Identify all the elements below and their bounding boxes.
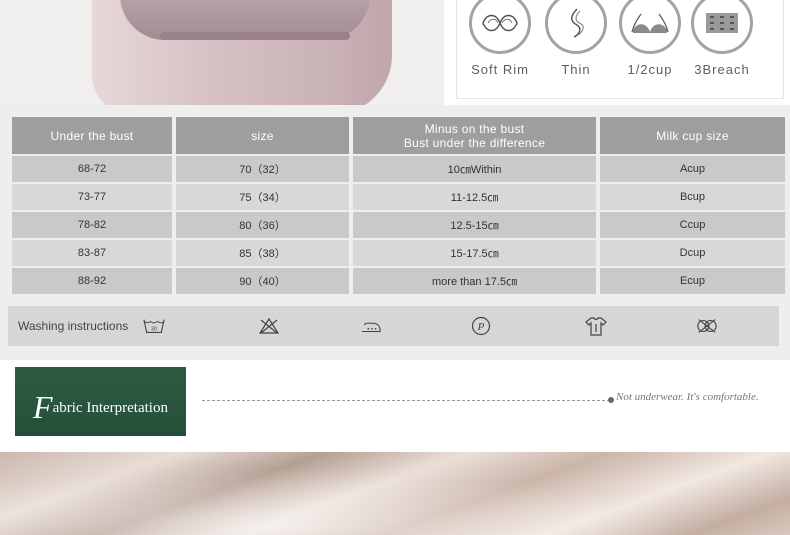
- fabric-title: Fabric Interpretation: [15, 389, 186, 426]
- divider-dot: [608, 397, 614, 403]
- header-line-1: Minus on the bust: [424, 121, 525, 136]
- cell-difference: more than 17.5㎝: [353, 268, 596, 294]
- feature-soft-rim: Soft Rim: [465, 0, 535, 77]
- product-photo: [0, 0, 444, 105]
- washing-instructions: Washing instructions 30 P: [8, 306, 779, 346]
- header-bust-difference: Minus on the bust Bust under the differe…: [353, 117, 596, 154]
- hang-dry-icon: [585, 315, 607, 337]
- table-row: 78-82 80（36） 12.5-15㎝ Ccup: [12, 212, 785, 238]
- feature-label: Soft Rim: [471, 62, 529, 77]
- feature-label: 1/2cup: [627, 62, 673, 77]
- header-under-bust: Under the bust: [12, 117, 172, 154]
- fabric-slogan: Not underwear. It's comfortable.: [616, 391, 759, 403]
- fabric-title-rest: abric Interpretation: [52, 400, 168, 416]
- soft-rim-icon: [469, 0, 531, 54]
- cell-under-bust: 78-82: [12, 212, 172, 238]
- cell-cup: Dcup: [600, 240, 785, 266]
- fabric-title-initial: F: [33, 389, 53, 425]
- hook-eye-icon: [691, 0, 753, 54]
- cell-difference: 15-17.5㎝: [353, 240, 596, 266]
- fabric-title-box: Fabric Interpretation: [15, 367, 186, 436]
- feature-3-breasted: 3Breach: [687, 0, 757, 77]
- cell-cup: Acup: [600, 156, 785, 182]
- cell-size: 75（34）: [176, 184, 349, 210]
- feature-thin: Thin: [541, 0, 611, 77]
- cell-size: 85（38）: [176, 240, 349, 266]
- table-row: 88-92 90（40） more than 17.5㎝ Ecup: [12, 268, 785, 294]
- dashed-divider: [202, 400, 610, 401]
- size-table: Under the bust size Minus on the bust Bu…: [8, 115, 789, 296]
- wash-30-icon: 30: [143, 315, 165, 337]
- table-row: 83-87 85（38） 15-17.5㎝ Dcup: [12, 240, 785, 266]
- no-bleach-icon: [258, 315, 280, 337]
- cell-size: 80（36）: [176, 212, 349, 238]
- cell-under-bust: 88-92: [12, 268, 172, 294]
- dry-clean-p-icon: P: [470, 315, 492, 337]
- header-cup-size: Milk cup size: [600, 117, 785, 154]
- cell-difference: 11-12.5㎝: [353, 184, 596, 210]
- product-header: Soft Rim Thin 1/2cup 3Breach: [0, 0, 790, 105]
- feature-label: Thin: [561, 62, 591, 77]
- cell-cup: Ccup: [600, 212, 785, 238]
- header-line-2: Bust under the difference: [403, 135, 546, 150]
- no-tumble-dry-icon: [696, 315, 718, 337]
- cell-under-bust: 73-77: [12, 184, 172, 210]
- cell-difference: 12.5-15㎝: [353, 212, 596, 238]
- svg-text:30: 30: [151, 327, 157, 333]
- cell-under-bust: 83-87: [12, 240, 172, 266]
- silk-fabric-photo: [0, 452, 790, 535]
- cell-size: 70（32）: [176, 156, 349, 182]
- feature-panel: Soft Rim Thin 1/2cup 3Breach: [456, 0, 784, 99]
- fabric-section: Fabric Interpretation Not underwear. It'…: [0, 360, 790, 450]
- svg-text:P: P: [477, 321, 485, 333]
- table-row: 73-77 75（34） 11-12.5㎝ Bcup: [12, 184, 785, 210]
- cell-under-bust: 68-72: [12, 156, 172, 182]
- thin-icon: [545, 0, 607, 54]
- cell-size: 90（40）: [176, 268, 349, 294]
- table-row: 68-72 70（32） 10㎝Within Acup: [12, 156, 785, 182]
- cell-difference: 10㎝Within: [353, 156, 596, 182]
- header-size: size: [176, 117, 349, 154]
- cell-cup: Bcup: [600, 184, 785, 210]
- cell-cup: Ecup: [600, 268, 785, 294]
- feature-half-cup: 1/2cup: [615, 0, 685, 77]
- iron-low-icon: [360, 315, 382, 337]
- half-cup-icon: [619, 0, 681, 54]
- bra-band: [160, 32, 350, 40]
- feature-label: 3Breach: [694, 62, 750, 77]
- washing-title: Washing instructions: [18, 319, 129, 333]
- size-chart-section: Under the bust size Minus on the bust Bu…: [0, 105, 790, 360]
